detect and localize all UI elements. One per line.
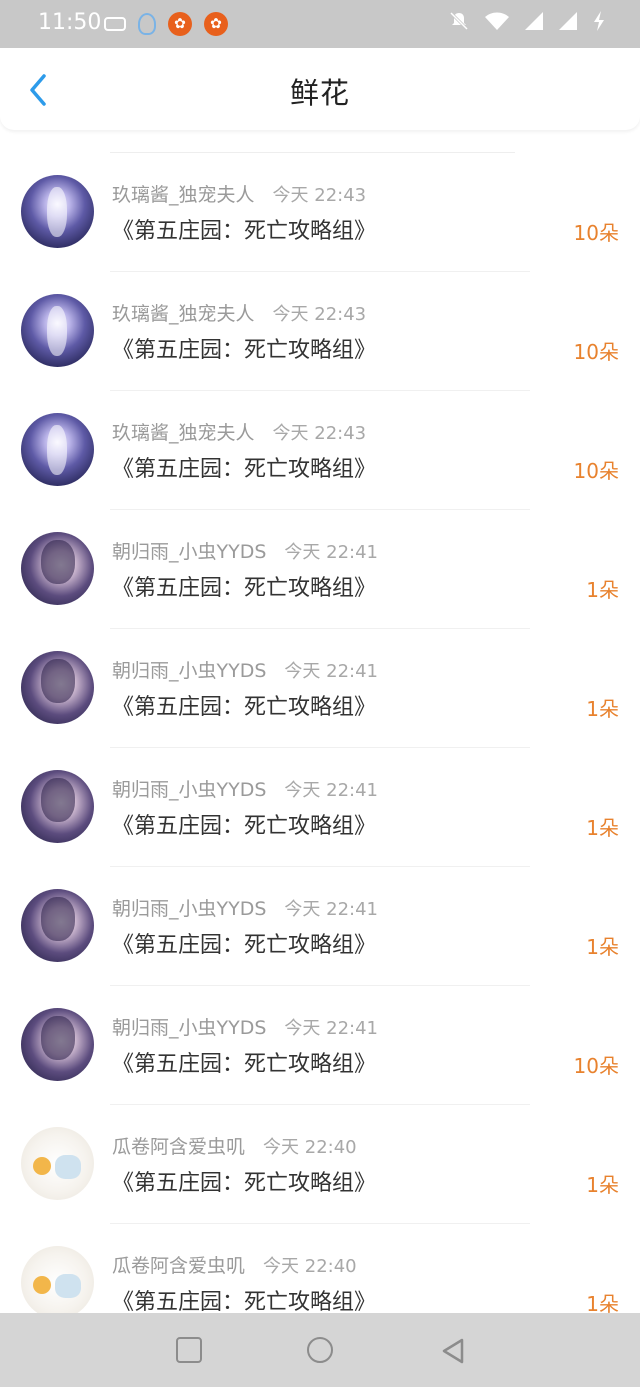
list-item[interactable]: 玖璃酱_独宠夫人 今天 22:43 《第五庄园：死亡攻略组》 10朵 [0, 272, 640, 391]
list-item[interactable]: 朝归雨_小虫YYDS 今天 22:41 《第五庄园：死亡攻略组》 1朵 [0, 510, 640, 629]
row-header: 玖璃酱_独宠夫人 今天 22:43 [112, 418, 366, 445]
timestamp: 今天 22:40 [263, 1256, 357, 1277]
list-item[interactable]: 朝归雨_小虫YYDS 今天 22:41 《第五庄园：死亡攻略组》 10朵 [0, 986, 640, 1105]
app-icon: ✿ [168, 12, 192, 36]
navigation-bar [0, 1313, 640, 1387]
timestamp: 今天 22:41 [284, 780, 379, 801]
row-header: 朝归雨_小虫YYDS 今天 22:41 [112, 537, 378, 564]
work-title[interactable]: 《第五庄园：死亡攻略组》 [112, 570, 376, 602]
avatar[interactable] [21, 532, 94, 605]
avatar[interactable] [21, 651, 94, 724]
username[interactable]: 瓜卷阿含爱虫叽 [112, 1136, 245, 1158]
home-button[interactable] [307, 1337, 333, 1363]
work-title[interactable]: 《第五庄园：死亡攻略组》 [112, 1165, 376, 1197]
username[interactable]: 朝归雨_小虫YYDS [112, 898, 266, 920]
timestamp: 今天 22:40 [263, 1137, 357, 1158]
flower-count: 10朵 [573, 459, 619, 483]
flower-count: 1朵 [586, 816, 619, 840]
header: 鲜花 [0, 48, 640, 130]
list-item[interactable]: 玖璃酱_独宠夫人 今天 22:43 《第五庄园：死亡攻略组》 10朵 [0, 153, 640, 272]
flower-count: 10朵 [573, 1054, 619, 1078]
avatar[interactable] [21, 1008, 94, 1081]
username[interactable]: 朝归雨_小虫YYDS [112, 1017, 266, 1039]
work-title[interactable]: 《第五庄园：死亡攻略组》 [112, 1046, 376, 1078]
avatar[interactable] [21, 1127, 94, 1200]
recents-button[interactable] [176, 1337, 202, 1363]
nav-back-button[interactable] [440, 1337, 468, 1365]
signal-icon [525, 12, 543, 30]
row-header: 玖璃酱_独宠夫人 今天 22:43 [112, 299, 366, 326]
charging-icon [594, 11, 604, 31]
username[interactable]: 玖璃酱_独宠夫人 [112, 184, 255, 206]
work-title[interactable]: 《第五庄园：死亡攻略组》 [112, 808, 376, 840]
username[interactable]: 玖璃酱_独宠夫人 [112, 303, 255, 325]
work-title[interactable]: 《第五庄园：死亡攻略组》 [112, 689, 376, 721]
timestamp: 今天 22:41 [284, 542, 379, 563]
list-item[interactable]: 瓜卷阿含爱虫叽 今天 22:40 《第五庄园：死亡攻略组》 1朵 [0, 1105, 640, 1224]
timestamp: 今天 22:41 [284, 899, 379, 920]
list-item[interactable]: 朝归雨_小虫YYDS 今天 22:41 《第五庄园：死亡攻略组》 1朵 [0, 867, 640, 986]
flower-count: 1朵 [586, 935, 619, 959]
gamepad-icon [104, 17, 126, 31]
flower-count: 10朵 [573, 221, 619, 245]
flower-list[interactable]: 玖璃酱_独宠夫人 今天 22:43 《第五庄园：死亡攻略组》 10朵 玖璃酱_独宠… [0, 133, 640, 1313]
mute-icon [449, 11, 469, 31]
timestamp: 今天 22:43 [272, 304, 367, 325]
timestamp: 今天 22:43 [272, 185, 367, 206]
flower-count: 10朵 [573, 340, 619, 364]
work-title[interactable]: 《第五庄园：死亡攻略组》 [112, 213, 376, 245]
work-title[interactable]: 《第五庄园：死亡攻略组》 [112, 927, 376, 959]
row-header: 朝归雨_小虫YYDS 今天 22:41 [112, 1013, 378, 1040]
flower-count: 1朵 [586, 1292, 619, 1313]
list-item[interactable]: 瓜卷阿含爱虫叽 今天 22:40 《第五庄园：死亡攻略组》 1朵 [0, 1224, 640, 1313]
list-item[interactable]: 玖璃酱_独宠夫人 今天 22:43 《第五庄园：死亡攻略组》 10朵 [0, 391, 640, 510]
timestamp: 今天 22:41 [284, 661, 379, 682]
username[interactable]: 朝归雨_小虫YYDS [112, 779, 266, 801]
username[interactable]: 朝归雨_小虫YYDS [112, 541, 266, 563]
avatar[interactable] [21, 889, 94, 962]
app-icon: ✿ [204, 12, 228, 36]
row-header: 朝归雨_小虫YYDS 今天 22:41 [112, 894, 378, 921]
row-header: 朝归雨_小虫YYDS 今天 22:41 [112, 775, 378, 802]
row-header: 瓜卷阿含爱虫叽 今天 22:40 [112, 1251, 357, 1278]
username[interactable]: 朝归雨_小虫YYDS [112, 660, 266, 682]
avatar[interactable] [21, 770, 94, 843]
timestamp: 今天 22:41 [284, 1018, 379, 1039]
qq-icon [138, 13, 156, 35]
status-icons-right [448, 10, 606, 32]
flower-count: 1朵 [586, 697, 619, 721]
username[interactable]: 瓜卷阿含爱虫叽 [112, 1255, 245, 1277]
row-header: 瓜卷阿含爱虫叽 今天 22:40 [112, 1132, 357, 1159]
list-item[interactable]: 朝归雨_小虫YYDS 今天 22:41 《第五庄园：死亡攻略组》 1朵 [0, 629, 640, 748]
status-time: 11:50 [38, 10, 102, 35]
avatar[interactable] [21, 413, 94, 486]
signal-icon [559, 12, 577, 30]
flower-count: 1朵 [586, 1173, 619, 1197]
page-title: 鲜花 [289, 76, 350, 110]
triangle-back-icon [442, 1338, 464, 1364]
avatar[interactable] [21, 175, 94, 248]
row-header: 朝归雨_小虫YYDS 今天 22:41 [112, 656, 378, 683]
flower-count: 1朵 [586, 578, 619, 602]
status-bar: 11:50 ✿ ✿ [0, 0, 640, 48]
work-title[interactable]: 《第五庄园：死亡攻略组》 [112, 451, 376, 483]
row-header: 玖璃酱_独宠夫人 今天 22:43 [112, 180, 366, 207]
work-title[interactable]: 《第五庄园：死亡攻略组》 [112, 332, 376, 364]
timestamp: 今天 22:43 [272, 423, 367, 444]
wifi-icon [485, 12, 509, 30]
list-item[interactable]: 朝归雨_小虫YYDS 今天 22:41 《第五庄园：死亡攻略组》 1朵 [0, 748, 640, 867]
work-title[interactable]: 《第五庄园：死亡攻略组》 [112, 1284, 376, 1313]
status-icons-left: ✿ ✿ [104, 12, 228, 36]
username[interactable]: 玖璃酱_独宠夫人 [112, 422, 255, 444]
avatar[interactable] [21, 294, 94, 367]
avatar[interactable] [21, 1246, 94, 1313]
